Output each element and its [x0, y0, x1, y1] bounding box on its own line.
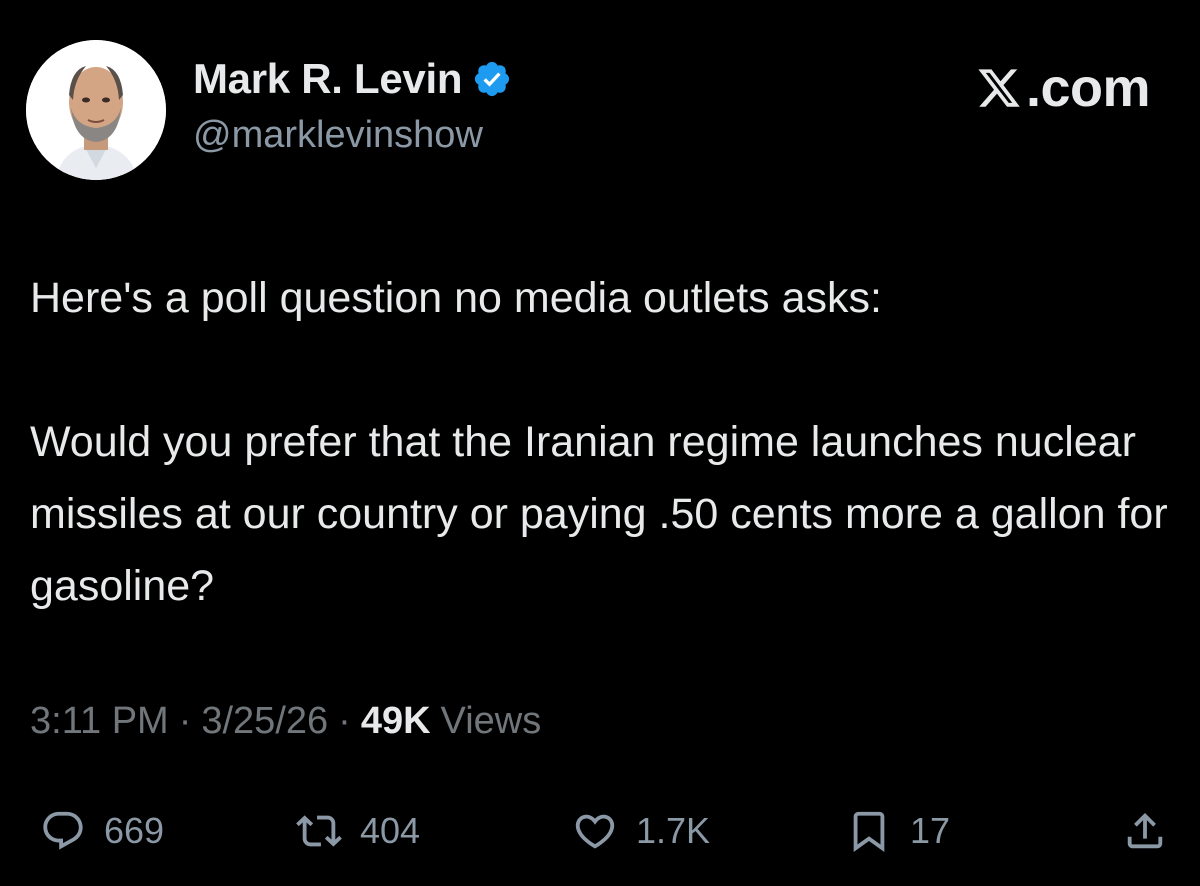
retweet-icon [296, 815, 342, 847]
tweet-paragraph: Here's a poll question no media outlets … [30, 274, 882, 322]
bookmark-count: 17 [910, 810, 951, 851]
share-button[interactable] [1122, 796, 1168, 866]
brand-text: .com [1025, 58, 1151, 118]
tweet-text: Here's a poll question no media outlets … [30, 262, 1170, 622]
retweet-button[interactable]: 404 [296, 796, 420, 866]
tweet-time[interactable]: 3:11 PM [30, 700, 169, 743]
profile-photo-icon [26, 40, 166, 180]
retweet-count: 404 [360, 810, 421, 851]
action-bar: 669 404 1.7K 17 [0, 796, 1200, 866]
display-name[interactable]: Mark R. Levin [193, 55, 462, 103]
avatar[interactable] [26, 40, 166, 180]
meta-separator: · [338, 700, 351, 742]
reply-count: 669 [104, 810, 165, 851]
meta-separator: · [178, 700, 192, 742]
bookmark-button[interactable]: 17 [846, 796, 950, 866]
tweet-card: Mark R. Levin @marklevinshow .com Here's… [0, 0, 1200, 886]
bookmark-icon [853, 811, 885, 852]
tweet-meta: 3:11 PM · 3/25/26 · 49K Views [30, 700, 541, 743]
reply-button[interactable]: 669 [40, 796, 164, 866]
heart-icon [575, 814, 615, 849]
verified-badge-icon [472, 59, 512, 99]
like-count: 1.7K [636, 810, 711, 851]
views-count[interactable]: 49K [361, 700, 431, 743]
like-button[interactable]: 1.7K [572, 796, 710, 866]
reply-icon [43, 811, 83, 850]
author-handle[interactable]: @marklevinshow [193, 114, 483, 157]
brand-watermark: .com [976, 58, 1151, 118]
x-logo-icon [978, 69, 1020, 107]
author-name-row[interactable]: Mark R. Levin [193, 54, 512, 104]
tweet-paragraph: Would you prefer that the Iranian regime… [30, 418, 1168, 610]
share-icon [1127, 812, 1163, 849]
views-label: Views [440, 700, 542, 742]
tweet-date[interactable]: 3/25/26 [201, 700, 328, 743]
